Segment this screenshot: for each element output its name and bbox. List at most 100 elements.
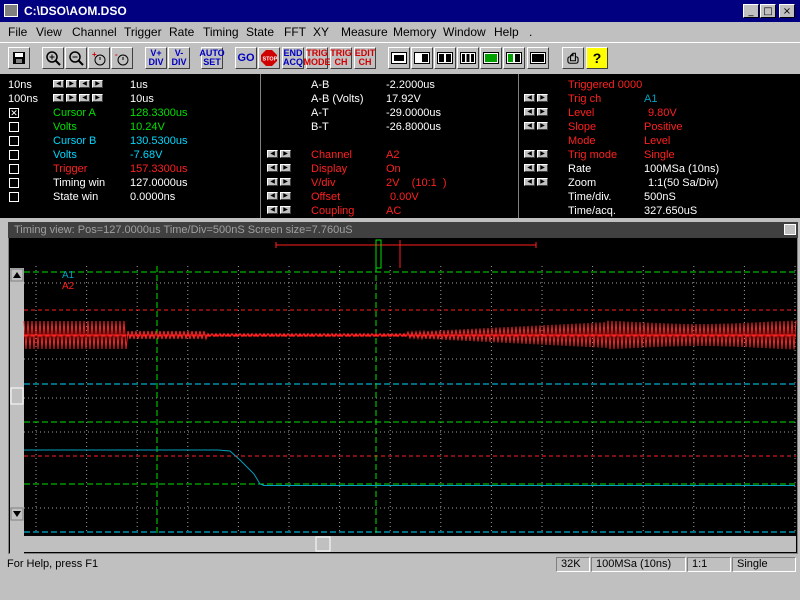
menu-window[interactable]: Window — [443, 25, 486, 39]
trigger-checkbox[interactable] — [9, 164, 19, 174]
menu-xy[interactable]: XY — [313, 25, 329, 39]
trig-mode-arrows[interactable]: ◀ ▶ — [524, 150, 548, 158]
arrow-left-icon[interactable]: ◀ — [267, 164, 278, 172]
arrow-left-icon[interactable]: ◀ — [267, 178, 278, 186]
window-tile-5-button[interactable] — [480, 47, 502, 69]
zoom-in-button[interactable] — [42, 47, 64, 69]
timing-win-checkbox[interactable] — [9, 178, 19, 188]
coupling-arrows[interactable]: ◀ ▶ — [267, 206, 291, 214]
window-tile-1-button[interactable] — [388, 47, 410, 69]
mode-label: Mode — [568, 135, 596, 147]
vdiv-arrows[interactable]: ◀ ▶ — [267, 178, 291, 186]
maximize-button[interactable]: □ — [760, 4, 776, 18]
arrow-left-icon[interactable]: ◀ — [524, 108, 535, 116]
menu-measure[interactable]: Measure — [341, 25, 388, 39]
trig-ch-button[interactable]: TRIG CH — [330, 47, 352, 69]
slope-label: Slope — [568, 121, 597, 133]
volts-div-up-button[interactable]: V+ DIV — [145, 47, 167, 69]
arrow-right-icon[interactable]: ▶ — [537, 150, 548, 158]
timebase-coarse-arrows[interactable]: ◀ ▶ ◀ ▶ — [53, 94, 103, 102]
arrow-right-icon[interactable]: ▶ — [280, 150, 291, 158]
arrow-right-icon[interactable]: ▶ — [537, 108, 548, 116]
arrow-left-icon[interactable]: ◀ — [79, 94, 90, 102]
time-plus-button[interactable]: + — [88, 47, 110, 69]
volts-div-down-button[interactable]: V- DIV — [168, 47, 190, 69]
window-tile-2-button[interactable] — [411, 47, 433, 69]
horizontal-scrollbar[interactable] — [24, 536, 796, 552]
close-button[interactable]: × — [779, 4, 795, 18]
cursor-a-volts-checkbox[interactable] — [9, 122, 19, 132]
window-tile-7-button[interactable] — [527, 47, 549, 69]
time-minus-button[interactable]: - — [111, 47, 133, 69]
offset-arrows[interactable]: ◀ ▶ — [267, 192, 291, 200]
arrow-right-icon[interactable]: ▶ — [92, 80, 103, 88]
menu-view[interactable]: View — [36, 25, 62, 39]
arrow-left-icon[interactable]: ◀ — [267, 192, 278, 200]
slope-arrows[interactable]: ◀ ▶ — [524, 122, 548, 130]
window-tile-6-button[interactable] — [503, 47, 525, 69]
arrow-left-icon[interactable]: ◀ — [524, 164, 535, 172]
print-button[interactable]: ⎙ — [562, 47, 584, 69]
window-layout-icon — [437, 52, 453, 64]
menu-channel[interactable]: Channel — [72, 25, 117, 39]
window-tile-4-button[interactable] — [457, 47, 479, 69]
menu-file[interactable]: File — [8, 25, 27, 39]
window-tile-3-button[interactable] — [434, 47, 456, 69]
menu-state[interactable]: State — [246, 25, 274, 39]
go-button[interactable]: GO — [235, 47, 257, 69]
arrow-right-icon[interactable]: ▶ — [66, 80, 77, 88]
arrow-right-icon[interactable]: ▶ — [280, 178, 291, 186]
menu-fft[interactable]: FFT — [284, 25, 306, 39]
auto-set-button[interactable]: AUTO SET — [199, 47, 225, 69]
app-icon[interactable] — [4, 4, 18, 17]
menu-trigger[interactable]: Trigger — [124, 25, 162, 39]
state-win-checkbox[interactable] — [9, 192, 19, 202]
end-acq-button[interactable]: END ACQ — [282, 47, 304, 69]
vertical-scroll-thumb[interactable] — [10, 387, 24, 405]
minimize-button[interactable]: _ — [743, 4, 759, 18]
cursor-a-checkbox[interactable]: ✕ — [9, 108, 19, 118]
arrow-right-icon[interactable]: ▶ — [537, 164, 548, 172]
timebase-fine-arrows[interactable]: ◀ ▶ ◀ ▶ — [53, 80, 103, 88]
save-button[interactable] — [8, 47, 30, 69]
arrow-right-icon[interactable]: ▶ — [280, 192, 291, 200]
zoom-arrows[interactable]: ◀ ▶ — [524, 178, 548, 186]
arrow-left-icon[interactable]: ◀ — [267, 206, 278, 214]
arrow-left-icon[interactable]: ◀ — [53, 94, 64, 102]
arrow-right-icon[interactable]: ▶ — [66, 94, 77, 102]
scope-display[interactable]: A1 A2 — [8, 238, 798, 554]
menu-help[interactable]: Help — [494, 25, 519, 39]
svg-text:+: + — [92, 50, 97, 59]
menu-memory[interactable]: Memory — [393, 25, 436, 39]
arrow-right-icon[interactable]: ▶ — [537, 178, 548, 186]
help-button[interactable]: ? — [586, 47, 608, 69]
arrow-right-icon[interactable]: ▶ — [537, 122, 548, 130]
arrow-left-icon[interactable]: ◀ — [79, 80, 90, 88]
arrow-left-icon[interactable]: ◀ — [524, 94, 535, 102]
menu-timing[interactable]: Timing — [203, 25, 239, 39]
arrow-left-icon[interactable]: ◀ — [524, 178, 535, 186]
display-arrows[interactable]: ◀ ▶ — [267, 164, 291, 172]
rate-arrows[interactable]: ◀ ▶ — [524, 164, 548, 172]
edit-ch-button[interactable]: EDIT CH — [354, 47, 376, 69]
cursor-b-volts-checkbox[interactable] — [9, 150, 19, 160]
arrow-right-icon[interactable]: ▶ — [92, 94, 103, 102]
stop-button[interactable]: STOP — [258, 47, 280, 69]
menu-extra[interactable]: . — [529, 25, 532, 39]
scope-close-button[interactable] — [784, 224, 796, 235]
arrow-right-icon[interactable]: ▶ — [280, 206, 291, 214]
menu-rate[interactable]: Rate — [169, 25, 194, 39]
trig-mode-button[interactable]: TRIG MODE — [304, 47, 331, 69]
arrow-right-icon[interactable]: ▶ — [537, 94, 548, 102]
cursor-b-checkbox[interactable] — [9, 136, 19, 146]
trig-ch-arrows[interactable]: ◀ ▶ — [524, 94, 548, 102]
arrow-left-icon[interactable]: ◀ — [524, 122, 535, 130]
arrow-left-icon[interactable]: ◀ — [53, 80, 64, 88]
zoom-out-button[interactable] — [65, 47, 87, 69]
channel-arrows[interactable]: ◀ ▶ — [267, 150, 291, 158]
arrow-left-icon[interactable]: ◀ — [267, 150, 278, 158]
arrow-right-icon[interactable]: ▶ — [280, 164, 291, 172]
arrow-left-icon[interactable]: ◀ — [524, 150, 535, 158]
horizontal-scroll-thumb[interactable] — [315, 536, 331, 552]
level-arrows[interactable]: ◀ ▶ — [524, 108, 548, 116]
